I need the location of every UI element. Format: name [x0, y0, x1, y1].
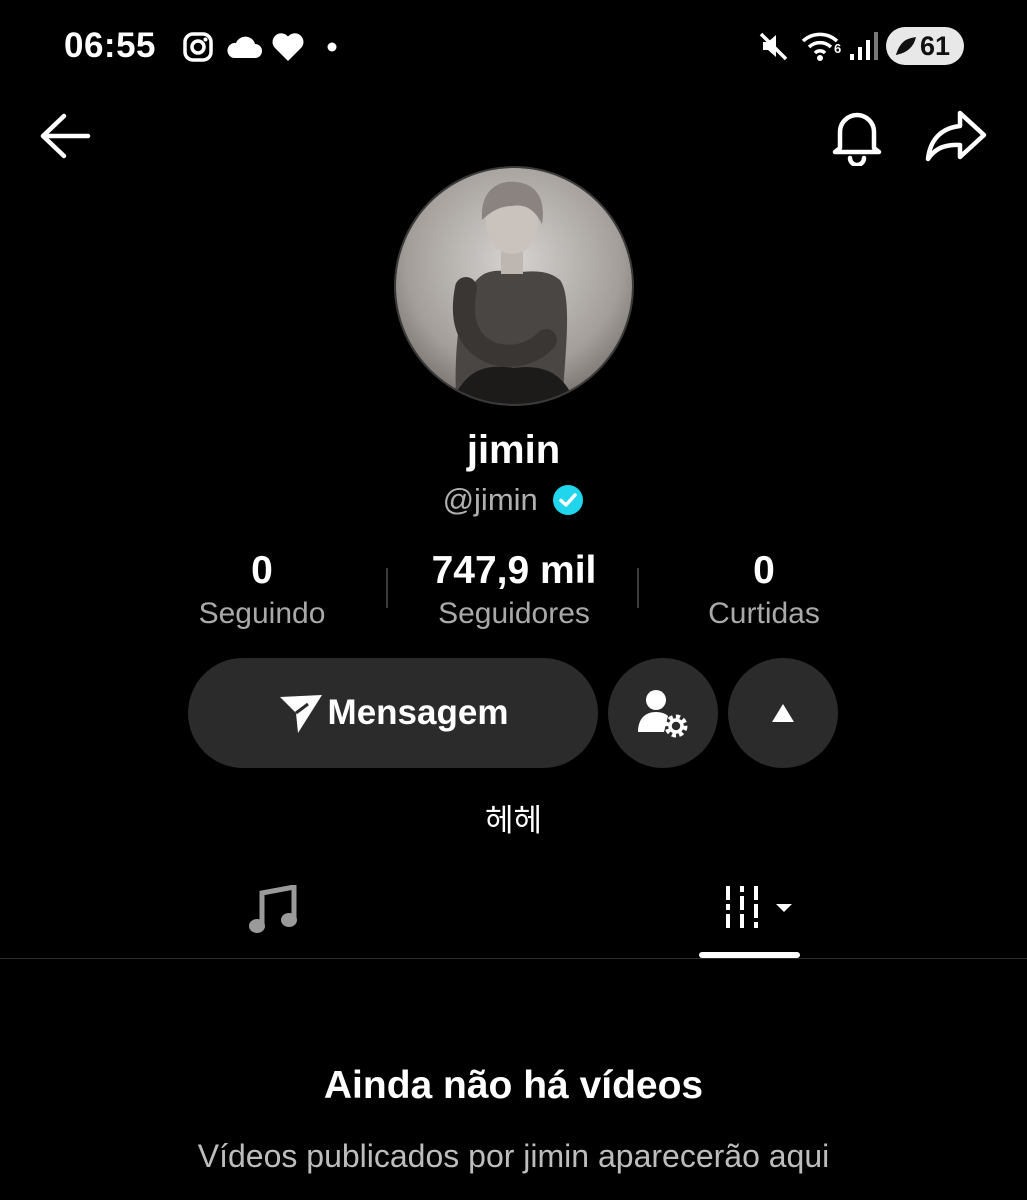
user-gear-icon — [638, 690, 688, 738]
empty-state-title: Ainda não há vídeos — [323, 1064, 704, 1107]
profile-bio: 헤헤 — [484, 803, 543, 838]
heart-icon — [272, 33, 304, 61]
stat-followers[interactable]: 747,9 mil Seguidores — [389, 548, 639, 634]
bell-icon[interactable] — [828, 106, 886, 166]
status-bar: 06:55 6 61 — [0, 0, 1027, 95]
status-time: 06:55 — [64, 26, 157, 65]
expand-button[interactable] — [728, 658, 838, 768]
tabs-divider — [0, 958, 1027, 959]
verified-badge-icon — [553, 484, 584, 515]
signal-icon — [850, 32, 878, 60]
empty-state-subtitle: Vídeos publicados por jimin aparecerão a… — [197, 1138, 830, 1174]
profile-handle-row: @jimin — [0, 480, 1027, 518]
stat-label: Seguidores — [438, 597, 590, 630]
avatar[interactable] — [394, 166, 634, 406]
profile-name: jimin — [466, 428, 561, 472]
svg-text:6: 6 — [834, 41, 841, 56]
stat-divider — [386, 568, 388, 608]
stat-value: 0 — [753, 549, 775, 592]
stat-value: 0 — [251, 549, 273, 592]
instagram-icon — [183, 32, 213, 62]
wifi-icon: 6 — [801, 32, 841, 61]
profile-handle: @jimin — [442, 481, 538, 517]
stat-following[interactable]: 0 Seguindo — [137, 548, 387, 634]
music-note-icon[interactable] — [248, 885, 302, 937]
stat-label: Curtidas — [708, 597, 820, 630]
triangle-up-icon — [772, 704, 794, 722]
back-arrow-icon[interactable] — [36, 110, 92, 162]
profile-photo — [396, 168, 632, 404]
stat-value: 747,9 mil — [431, 549, 597, 592]
stat-label: Seguindo — [198, 597, 326, 630]
follow-settings-button[interactable] — [608, 658, 718, 768]
send-icon — [279, 695, 322, 733]
dot-icon — [327, 42, 337, 52]
battery-icon: 61 — [886, 27, 964, 65]
share-icon[interactable] — [924, 108, 988, 164]
grid-sort-icon[interactable] — [722, 884, 798, 930]
stat-likes[interactable]: 0 Curtidas — [639, 548, 889, 634]
cloud-icon — [227, 36, 262, 58]
message-button[interactable]: Mensagem — [188, 658, 598, 768]
message-button-label: Mensagem — [327, 693, 509, 732]
mute-icon — [759, 32, 788, 61]
battery-level: 61 — [920, 31, 951, 61]
